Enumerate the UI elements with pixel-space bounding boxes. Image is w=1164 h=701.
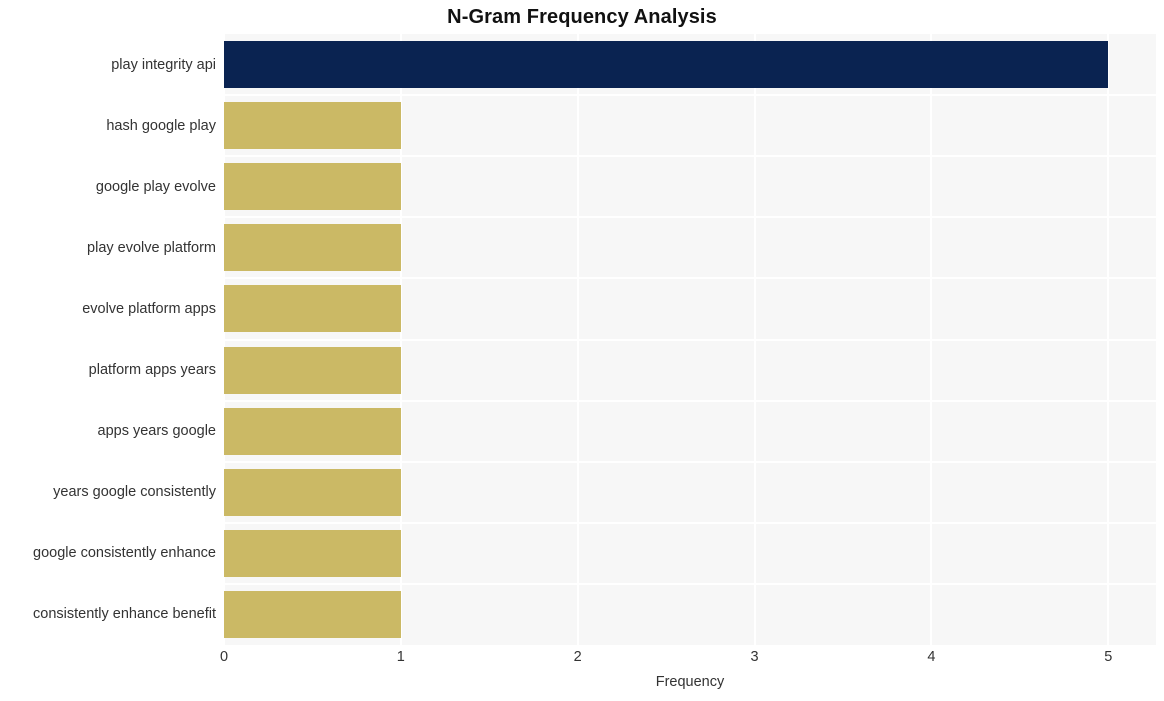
x-axis-ticks: 0 1 2 3 4 5 (0, 649, 1164, 671)
gridline-horizontal (224, 399, 1156, 402)
y-axis-labels: play integrity api hash google play google… (0, 34, 216, 645)
bar (224, 590, 401, 638)
y-axis-tick-label: google play evolve (95, 178, 216, 195)
bar (224, 285, 401, 333)
gridline-vertical (576, 34, 579, 645)
x-axis-tick-label: 4 (927, 649, 936, 665)
y-axis-tick-label: hash google play (106, 117, 216, 134)
gridline-horizontal (224, 521, 1156, 524)
gridline-vertical (930, 34, 933, 645)
gridline-vertical (1107, 34, 1110, 645)
y-axis-tick-label: apps years google (97, 423, 217, 440)
y-axis-tick-label: play evolve platform (87, 239, 216, 256)
bar (224, 224, 401, 272)
y-axis-tick-label: platform apps years (88, 362, 216, 379)
gridline-horizontal (224, 460, 1156, 463)
x-axis-tick-label: 5 (1104, 649, 1113, 665)
chart-title: N-Gram Frequency Analysis (447, 6, 717, 28)
y-axis-tick-label: years google consistently (53, 484, 216, 501)
gridline-horizontal (224, 338, 1156, 341)
x-axis-tick-label: 0 (219, 649, 229, 665)
bar (224, 163, 401, 211)
gridline-vertical (753, 34, 756, 645)
gridline-horizontal (224, 277, 1156, 280)
y-axis-tick-label: google consistently enhance (33, 545, 216, 562)
x-axis-label: Frequency (655, 674, 725, 690)
x-axis-tick-label: 2 (573, 649, 582, 665)
gridline-horizontal (224, 155, 1156, 158)
ngram-frequency-chart: N-Gram Frequency Analysis play integrity… (0, 0, 1164, 701)
x-axis-tick-label: 3 (750, 649, 759, 665)
y-axis-tick-label: play integrity api (111, 56, 216, 73)
x-axis-tick-label: 1 (396, 649, 405, 665)
bar (224, 346, 401, 394)
gridline-horizontal (224, 216, 1156, 219)
bar (224, 102, 401, 150)
y-axis-tick-label: evolve platform apps (82, 300, 216, 317)
bar (224, 529, 401, 577)
plot-area (224, 34, 1156, 645)
y-axis-tick-label: consistently enhance benefit (33, 606, 216, 623)
bar (224, 407, 401, 455)
bar (224, 468, 401, 516)
bar (224, 41, 1109, 89)
gridline-horizontal (224, 94, 1156, 97)
gridline-horizontal (224, 582, 1156, 585)
